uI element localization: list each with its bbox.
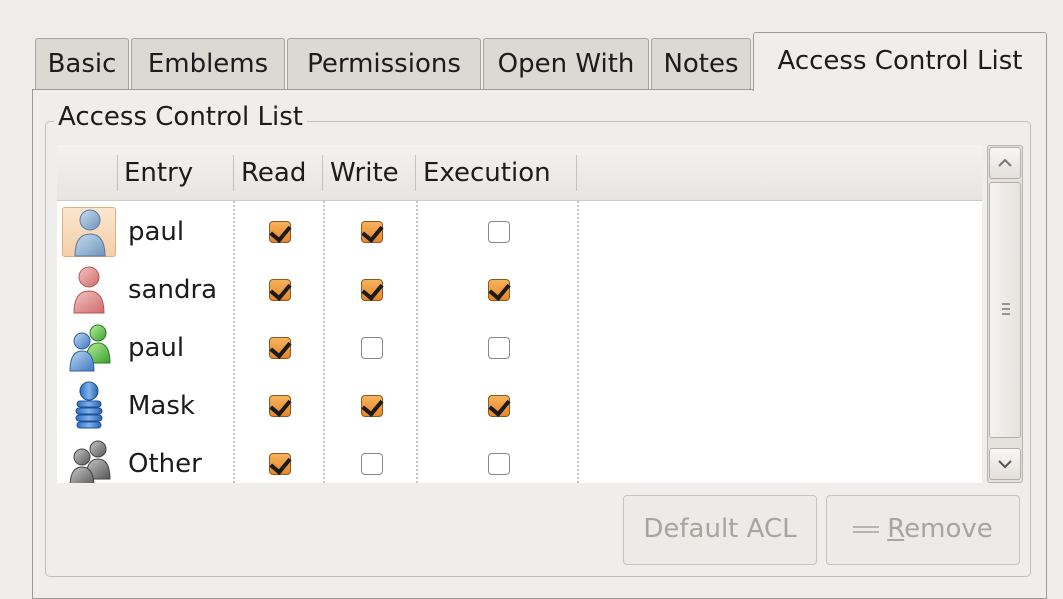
remove-button[interactable]: Remove bbox=[826, 495, 1020, 565]
table-row[interactable]: sandra bbox=[57, 261, 982, 319]
execution-checkbox[interactable] bbox=[488, 221, 510, 243]
read-checkbox[interactable] bbox=[269, 337, 291, 359]
write-checkbox[interactable] bbox=[361, 395, 383, 417]
column-header-write[interactable]: Write bbox=[330, 145, 399, 201]
remove-mnemonic: R bbox=[887, 514, 905, 544]
vertical-scrollbar[interactable] bbox=[987, 145, 1023, 483]
table-row[interactable]: Mask bbox=[57, 377, 982, 435]
column-header-entry[interactable]: Entry bbox=[124, 145, 193, 201]
execution-checkbox[interactable] bbox=[488, 279, 510, 301]
tab-basic[interactable]: Basic bbox=[35, 38, 129, 90]
entry-name: paul bbox=[128, 217, 185, 247]
read-checkbox[interactable] bbox=[269, 279, 291, 301]
tab-permissions[interactable]: Permissions bbox=[287, 38, 481, 90]
tab-bar: Basic Emblems Permissions Open With Note… bbox=[32, 32, 1052, 91]
other-icon bbox=[62, 439, 116, 483]
read-checkbox[interactable] bbox=[269, 395, 291, 417]
write-checkbox[interactable] bbox=[361, 453, 383, 475]
frame-title: Access Control List bbox=[54, 102, 307, 132]
entry-name: sandra bbox=[128, 275, 218, 305]
column-separator bbox=[322, 155, 323, 191]
tab-emblems[interactable]: Emblems bbox=[131, 38, 285, 90]
scroll-up-button[interactable] bbox=[989, 147, 1021, 179]
column-separator bbox=[576, 155, 577, 191]
write-checkbox[interactable] bbox=[361, 279, 383, 301]
entry-name: Mask bbox=[128, 391, 195, 421]
write-checkbox[interactable] bbox=[361, 337, 383, 359]
tab-open-with[interactable]: Open With bbox=[483, 38, 649, 90]
table-row[interactable]: paul bbox=[57, 203, 982, 261]
column-separator bbox=[415, 155, 416, 191]
execution-checkbox[interactable] bbox=[488, 395, 510, 417]
table-row[interactable]: Other bbox=[57, 435, 982, 483]
write-checkbox[interactable] bbox=[361, 221, 383, 243]
remove-label: emove bbox=[904, 514, 993, 544]
user-icon bbox=[62, 265, 116, 315]
table-header: Entry Read Write Execution bbox=[57, 145, 982, 201]
chevron-down-icon bbox=[998, 460, 1012, 469]
column-header-execution[interactable]: Execution bbox=[423, 145, 551, 201]
grip-icon bbox=[1002, 303, 1010, 315]
user-icon bbox=[62, 207, 116, 257]
tab-notes[interactable]: Notes bbox=[651, 38, 751, 90]
column-separator bbox=[233, 155, 234, 191]
tab-access-control-list[interactable]: Access Control List bbox=[753, 32, 1047, 91]
default-acl-button[interactable]: Default ACL bbox=[623, 495, 817, 565]
entry-name: Other bbox=[128, 449, 202, 479]
read-checkbox[interactable] bbox=[269, 221, 291, 243]
remove-icon bbox=[853, 526, 880, 533]
group-icon bbox=[62, 323, 116, 373]
acl-table: Entry Read Write Execution paul sandra p… bbox=[57, 145, 982, 483]
scroll-down-button[interactable] bbox=[989, 448, 1021, 480]
table-row[interactable]: paul bbox=[57, 319, 982, 377]
read-checkbox[interactable] bbox=[269, 453, 291, 475]
column-header-read[interactable]: Read bbox=[241, 145, 306, 201]
chevron-up-icon bbox=[998, 158, 1012, 167]
scroll-thumb[interactable] bbox=[989, 182, 1021, 438]
entry-name: paul bbox=[128, 333, 185, 363]
execution-checkbox[interactable] bbox=[488, 453, 510, 475]
mask-icon bbox=[62, 381, 116, 431]
column-separator bbox=[117, 155, 118, 191]
execution-checkbox[interactable] bbox=[488, 337, 510, 359]
